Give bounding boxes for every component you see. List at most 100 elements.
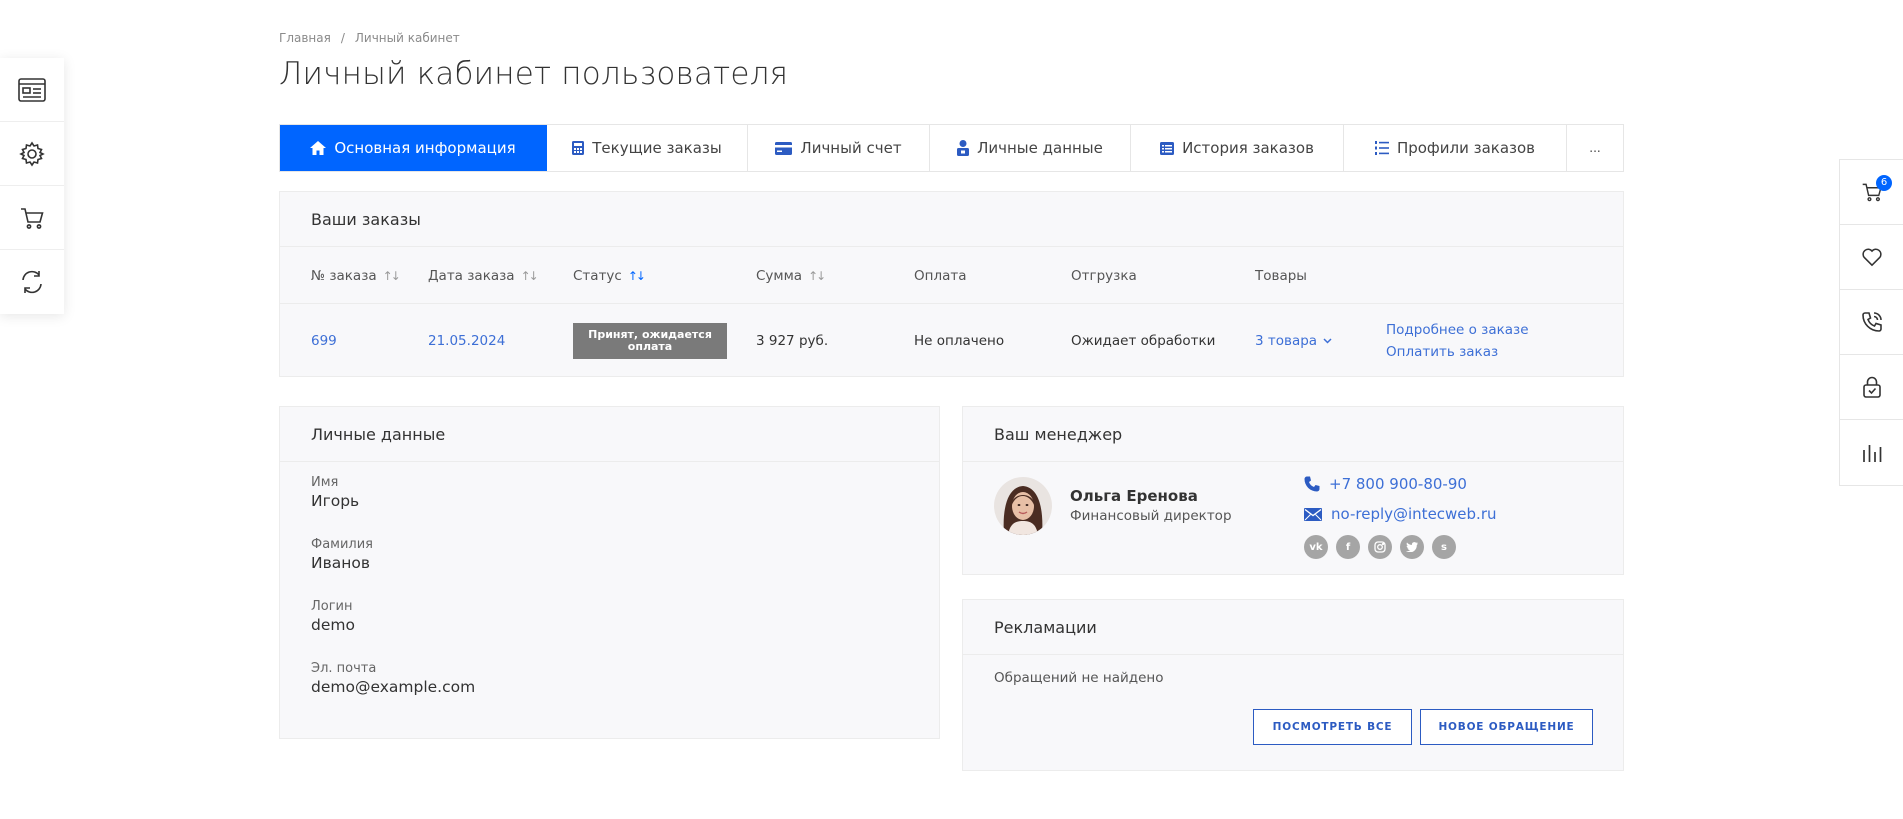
- personal-data-title: Личные данные: [280, 407, 939, 462]
- basket-button[interactable]: 6: [1840, 160, 1903, 225]
- more-icon: ...: [1589, 141, 1601, 155]
- phone-icon: [1304, 476, 1320, 492]
- left-toolbar: [0, 58, 64, 314]
- compare-button[interactable]: [1840, 420, 1903, 485]
- calculator-icon: [572, 141, 585, 155]
- field-email: Эл. почта demo@example.com: [311, 661, 475, 696]
- field-value: Игорь: [311, 492, 360, 510]
- tab-label: Текущие заказы: [592, 139, 722, 157]
- page-title: Личный кабинет пользователя: [279, 56, 789, 92]
- manager-email[interactable]: no-reply@intecweb.ru: [1304, 505, 1497, 523]
- tab-label: Личные данные: [977, 139, 1103, 157]
- field-value: demo: [311, 616, 355, 634]
- tab-more[interactable]: ...: [1567, 125, 1623, 171]
- field-last-name: Фамилия Иванов: [311, 537, 373, 572]
- chevron-down-icon: [1323, 338, 1332, 344]
- credit-card-icon: [775, 141, 793, 155]
- refresh-icon: [22, 270, 42, 294]
- field-first-name: Имя Игорь: [311, 475, 359, 510]
- column-header-date[interactable]: Дата заказа ↑↓: [428, 268, 573, 284]
- column-header-label: Статус: [573, 267, 622, 284]
- envelope-icon: [1304, 507, 1322, 521]
- twitter-icon[interactable]: [1400, 535, 1424, 559]
- manager-panel: Ваш менеджер Ольга Еренова Финансовый ди…: [962, 406, 1624, 575]
- phone-link: +7 800 900-80-90: [1329, 475, 1467, 493]
- field-label: Имя: [311, 475, 339, 490]
- column-header-number[interactable]: № заказа ↑↓: [311, 268, 428, 284]
- heart-icon: [1861, 248, 1882, 267]
- column-header-status[interactable]: Статус ↑↓: [573, 268, 756, 284]
- tab-label: Профили заказов: [1396, 139, 1536, 157]
- field-login: Логин demo: [311, 599, 355, 634]
- personal-data-panel: Личные данные Имя Игорь Фамилия Иванов Л…: [279, 406, 940, 739]
- home-icon: [310, 141, 327, 155]
- orders-panel: Ваши заказы № заказа ↑↓ Дата заказа ↑↓ С…: [279, 191, 1624, 377]
- tab-label: История заказов: [1182, 139, 1314, 157]
- order-shipment-status: Ожидает обработки: [1071, 333, 1216, 349]
- tab-account[interactable]: Личный счет: [748, 125, 930, 171]
- status-badge: Принят, ожидается оплата: [573, 323, 727, 359]
- gear-icon: [19, 141, 45, 166]
- new-request-button[interactable]: НОВОЕ ОБРАЩЕНИЕ: [1420, 709, 1593, 745]
- vk-icon[interactable]: vk: [1304, 535, 1328, 559]
- cart-icon: [21, 207, 44, 229]
- login-button[interactable]: [1840, 355, 1903, 420]
- tab-order-history[interactable]: История заказов: [1131, 125, 1344, 171]
- breadcrumb-home-link[interactable]: Главная: [279, 31, 331, 45]
- list-alt-icon: [1160, 141, 1175, 155]
- tab-bar: Основная информация Текущие заказы Личны…: [279, 124, 1624, 172]
- lock-icon: [1862, 376, 1881, 398]
- callback-button[interactable]: [1840, 290, 1903, 355]
- tab-label: Личный счет: [800, 139, 902, 157]
- sort-icon: ↑↓: [808, 268, 826, 283]
- instagram-icon[interactable]: [1368, 535, 1392, 559]
- favorites-button[interactable]: [1840, 225, 1903, 290]
- settings-button[interactable]: [0, 122, 64, 186]
- user-lock-icon: [957, 140, 970, 156]
- view-all-button[interactable]: ПОСМОТРЕТЬ ВСЕ: [1253, 709, 1412, 745]
- order-number-link[interactable]: 699: [311, 333, 337, 349]
- sort-icon: ↑↓: [382, 268, 401, 283]
- list-ol-icon: [1374, 141, 1389, 155]
- order-goods-label: 3 товара: [1255, 333, 1318, 349]
- breadcrumb-separator: /: [340, 31, 345, 45]
- order-sum: 3 927 руб.: [756, 333, 829, 349]
- news-icon-button[interactable]: [0, 58, 64, 122]
- phone-call-icon: [1861, 312, 1882, 332]
- field-value: demo@example.com: [311, 678, 476, 696]
- avatar: [994, 477, 1052, 535]
- sort-active-icon: ↑↓: [627, 268, 646, 283]
- email-link: no-reply@intecweb.ru: [1331, 505, 1497, 523]
- order-details-link[interactable]: Подробнее о заказе: [1386, 322, 1529, 338]
- tab-main-info[interactable]: Основная информация: [280, 125, 547, 171]
- orders-table-header: № заказа ↑↓ Дата заказа ↑↓ Статус ↑↓ Сум…: [280, 248, 1623, 304]
- right-toolbar: 6: [1839, 159, 1903, 486]
- tab-current-orders[interactable]: Текущие заказы: [547, 125, 748, 171]
- column-header-payment: Оплата: [914, 267, 967, 284]
- order-date-link[interactable]: 21.05.2024: [428, 333, 505, 349]
- order-payment-status: Не оплачено: [914, 333, 1005, 349]
- cart-button[interactable]: [0, 186, 64, 250]
- column-header-sum[interactable]: Сумма ↑↓: [756, 268, 914, 284]
- orders-panel-title: Ваши заказы: [280, 192, 1623, 247]
- manager-panel-title: Ваш менеджер: [963, 407, 1623, 462]
- field-label: Фамилия: [311, 537, 373, 552]
- tab-label: Основная информация: [334, 139, 516, 157]
- cart-count-badge: 6: [1876, 175, 1892, 191]
- field-label: Логин: [311, 599, 353, 614]
- pay-order-link[interactable]: Оплатить заказ: [1386, 344, 1498, 360]
- column-header-label: Сумма: [756, 267, 803, 284]
- social-links: vk f s: [1304, 535, 1456, 559]
- skype-icon[interactable]: s: [1432, 535, 1456, 559]
- column-header-goods: Товары: [1255, 267, 1307, 284]
- tab-personal-data[interactable]: Личные данные: [930, 125, 1131, 171]
- manager-phone[interactable]: +7 800 900-80-90: [1304, 475, 1467, 493]
- table-row: 699 21.05.2024 Принят, ожидается оплата …: [311, 305, 1623, 377]
- order-goods-toggle[interactable]: 3 товара: [1255, 333, 1386, 349]
- refresh-button[interactable]: [0, 250, 64, 314]
- column-header-shipment: Отгрузка: [1071, 267, 1137, 284]
- tab-order-profiles[interactable]: Профили заказов: [1344, 125, 1567, 171]
- claims-panel: Рекламации Обращений не найдено ПОСМОТРЕ…: [962, 599, 1624, 771]
- facebook-icon[interactable]: f: [1336, 535, 1360, 559]
- breadcrumb-current: Личный кабинет: [354, 31, 460, 45]
